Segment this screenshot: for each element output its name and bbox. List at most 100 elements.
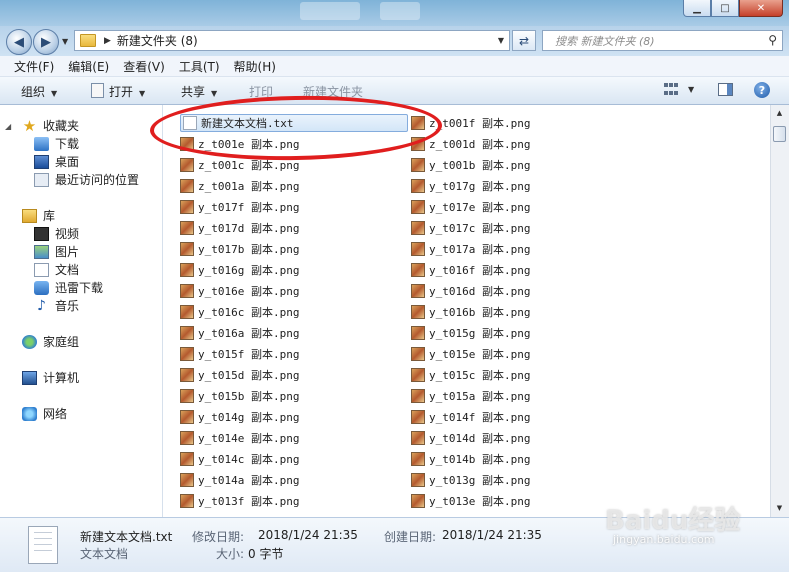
created-label: 创建日期: <box>384 530 437 544</box>
image-file-icon <box>411 410 425 424</box>
file-item[interactable]: y_t015g 副本.png <box>411 324 530 342</box>
size-value: 0 字节 <box>248 547 284 561</box>
file-item[interactable]: y_t015c 副本.png <box>411 366 530 384</box>
file-item[interactable]: y_t016f 副本.png <box>411 261 530 279</box>
file-item[interactable]: y_t013e 副本.png <box>411 492 530 510</box>
scroll-thumb[interactable] <box>773 126 786 142</box>
nav-homegroup[interactable]: 家庭组 <box>22 333 79 350</box>
file-item[interactable]: y_t014d 副本.png <box>411 429 530 447</box>
file-item[interactable]: y_t015e 副本.png <box>411 345 530 363</box>
help-icon[interactable]: ? <box>754 82 770 98</box>
nav-computer[interactable]: 计算机 <box>22 369 79 386</box>
preview-pane-icon[interactable] <box>718 83 733 96</box>
breadcrumb-current[interactable]: 新建文件夹 (8) <box>117 32 198 49</box>
search-icon[interactable]: ⚲ <box>768 33 777 47</box>
refresh-button[interactable]: ⇄ <box>512 30 536 51</box>
back-button[interactable]: ◀ <box>6 29 32 55</box>
nav-pictures[interactable]: 图片 <box>34 243 79 260</box>
file-item[interactable]: y_t014a 副本.png <box>180 471 299 489</box>
nav-downloads[interactable]: 下载 <box>34 135 79 152</box>
nav-documents[interactable]: 文档 <box>34 261 79 278</box>
organize-button[interactable]: 组织 ▼ <box>21 83 57 100</box>
search-input[interactable]: 搜索 新建文件夹 (8) ⚲ <box>542 30 783 51</box>
file-item[interactable]: y_t016b 副本.png <box>411 303 530 321</box>
address-bar[interactable]: ▶ 新建文件夹 (8) ▼ <box>74 30 510 51</box>
file-name: y_t016a 副本.png <box>198 327 300 340</box>
file-item[interactable]: y_t016d 副本.png <box>411 282 530 300</box>
menu-help[interactable]: 帮助(H) <box>234 58 276 75</box>
menu-view[interactable]: 查看(V) <box>123 58 165 75</box>
expand-arrow-icon[interactable]: ◢ <box>5 122 11 131</box>
scroll-up-icon[interactable]: ▲ <box>773 107 786 120</box>
file-item[interactable]: y_t017d 副本.png <box>180 219 299 237</box>
vertical-scrollbar[interactable]: ▲ ▼ <box>770 105 789 517</box>
file-item[interactable]: y_t017c 副本.png <box>411 219 530 237</box>
file-item[interactable]: y_t015b 副本.png <box>180 387 299 405</box>
maximize-button[interactable]: □ <box>711 0 739 17</box>
share-button[interactable]: 共享 ▼ <box>181 83 217 100</box>
print-button[interactable]: 打印 <box>249 83 273 100</box>
image-file-icon <box>411 179 425 193</box>
nav-favorites[interactable]: ★ 收藏夹 <box>22 117 79 134</box>
change-view-icon[interactable] <box>664 83 679 97</box>
file-item[interactable]: y_t017b 副本.png <box>180 240 299 258</box>
file-item[interactable]: y_t017e 副本.png <box>411 198 530 216</box>
nav-thunder[interactable]: 迅雷下载 <box>34 279 103 296</box>
file-item[interactable]: y_t014e 副本.png <box>180 429 299 447</box>
close-button[interactable]: ✕ <box>739 0 783 17</box>
nav-videos[interactable]: 视频 <box>34 225 79 242</box>
file-item[interactable]: z_t001e 副本.png <box>180 135 299 153</box>
nav-desktop[interactable]: 桌面 <box>34 153 79 170</box>
file-item[interactable]: y_t013g 副本.png <box>411 471 530 489</box>
file-item-selected[interactable]: 新建文本文档.txt <box>180 114 408 132</box>
file-item[interactable]: z_t001d 副本.png <box>411 135 530 153</box>
file-item[interactable]: y_t016a 副本.png <box>180 324 299 342</box>
file-item[interactable]: y_t017a 副本.png <box>411 240 530 258</box>
file-item[interactable]: y_t016c 副本.png <box>180 303 299 321</box>
breadcrumb-arrow-icon[interactable]: ▶ <box>104 36 111 46</box>
new-folder-button[interactable]: 新建文件夹 <box>303 83 363 100</box>
nav-music[interactable]: ♪ 音乐 <box>34 297 79 314</box>
file-item[interactable]: y_t017g 副本.png <box>411 177 530 195</box>
file-name: y_t017d 副本.png <box>198 222 300 235</box>
file-item[interactable]: y_t016g 副本.png <box>180 261 299 279</box>
image-file-icon <box>411 431 425 445</box>
file-item[interactable]: y_t014c 副本.png <box>180 450 299 468</box>
image-file-icon <box>411 158 425 172</box>
menu-tools[interactable]: 工具(T) <box>179 58 220 75</box>
image-file-icon <box>180 179 194 193</box>
image-file-icon <box>411 305 425 319</box>
file-item[interactable]: y_t001b 副本.png <box>411 156 530 174</box>
image-file-icon <box>411 368 425 382</box>
menu-edit[interactable]: 编辑(E) <box>68 58 109 75</box>
file-item[interactable]: z_t001c 副本.png <box>180 156 299 174</box>
file-item[interactable]: z_t001f 副本.png <box>411 114 530 132</box>
file-item[interactable]: y_t015d 副本.png <box>180 366 299 384</box>
minimize-button[interactable]: ▁ <box>683 0 711 17</box>
image-file-icon <box>180 284 194 298</box>
file-name: z_t001c 副本.png <box>198 159 300 172</box>
scroll-down-icon[interactable]: ▼ <box>773 502 786 515</box>
file-item[interactable]: y_t016e 副本.png <box>180 282 299 300</box>
nav-libraries[interactable]: 库 <box>22 207 55 224</box>
recent-places-icon <box>34 172 49 187</box>
file-item[interactable]: y_t013f 副本.png <box>180 492 299 510</box>
file-item[interactable]: y_t014g 副本.png <box>180 408 299 426</box>
file-item[interactable]: y_t015f 副本.png <box>180 345 299 363</box>
file-item[interactable]: z_t001a 副本.png <box>180 177 299 195</box>
modified-label: 修改日期: <box>192 530 245 544</box>
file-item[interactable]: y_t017f 副本.png <box>180 198 299 216</box>
menu-file[interactable]: 文件(F) <box>14 58 54 75</box>
thunder-download-icon <box>34 280 49 295</box>
open-button[interactable]: 打开 ▼ <box>91 83 145 100</box>
file-item[interactable]: y_t014b 副本.png <box>411 450 530 468</box>
nav-network[interactable]: 网络 <box>22 405 67 422</box>
forward-button[interactable]: ▶ <box>33 29 59 55</box>
file-item[interactable]: y_t015a 副本.png <box>411 387 530 405</box>
recent-pages-dropdown[interactable]: ▼ <box>62 37 68 46</box>
view-options-chevron-icon[interactable]: ▼ <box>688 85 694 94</box>
open-icon <box>91 83 104 98</box>
nav-recent[interactable]: 最近访问的位置 <box>34 171 139 188</box>
file-item[interactable]: y_t014f 副本.png <box>411 408 530 426</box>
address-dropdown-icon[interactable]: ▼ <box>498 36 504 45</box>
